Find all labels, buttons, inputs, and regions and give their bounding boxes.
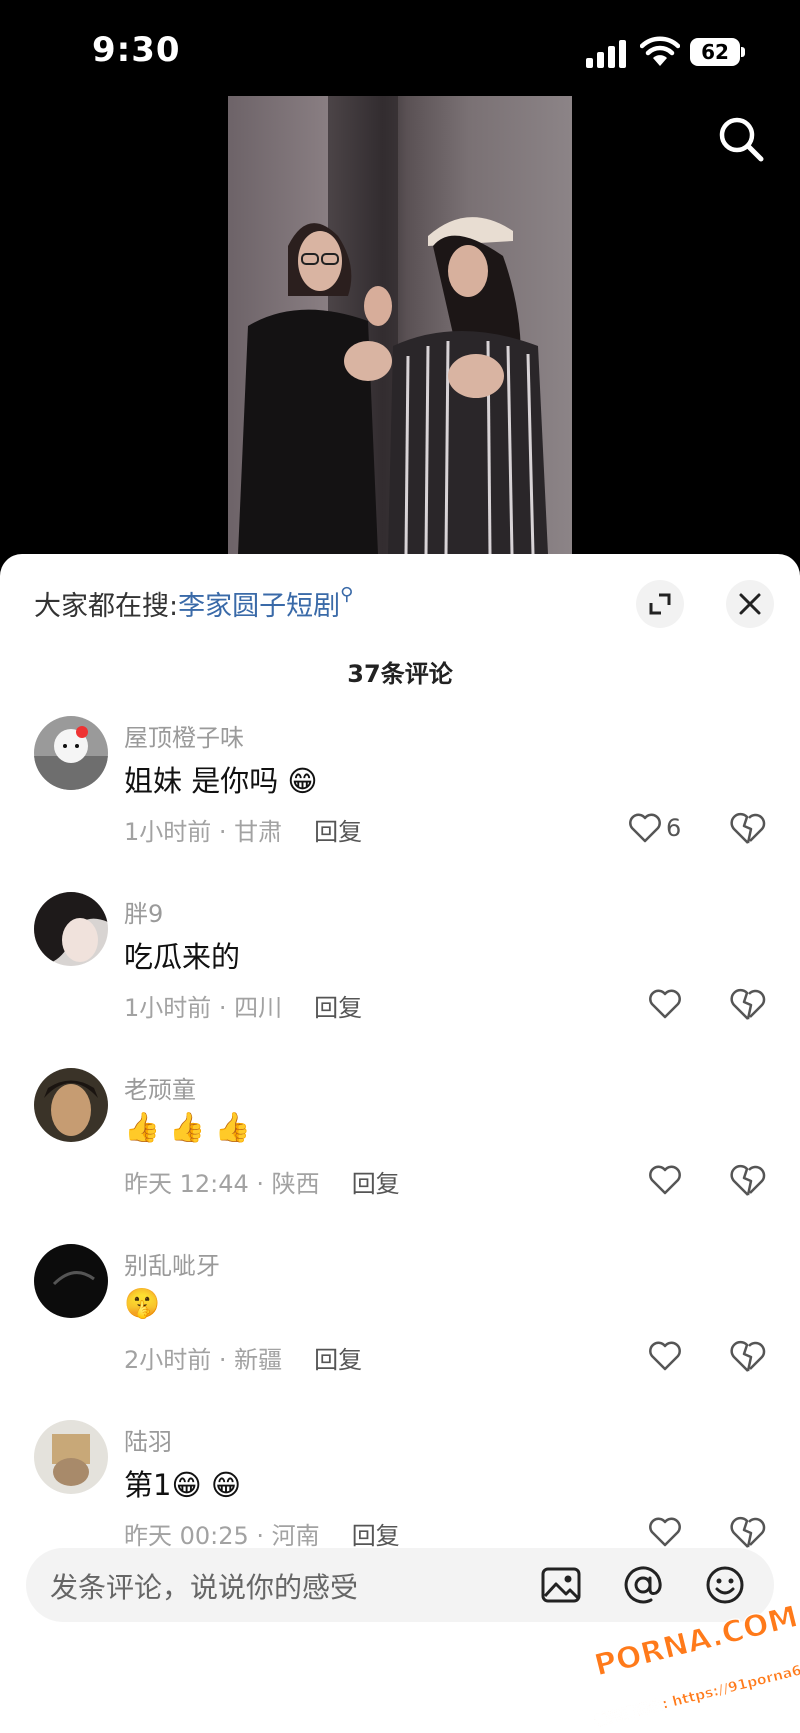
expand-icon [649, 593, 671, 615]
broken-heart-icon[interactable] [728, 808, 768, 848]
comment-item: 老顽童 👍 👍 👍 昨天 12:44 · 陕西 回复 [0, 1068, 800, 1244]
heart-icon [649, 1165, 681, 1195]
reply-button[interactable]: 回复 [352, 1170, 400, 1198]
status-time: 9:30 [92, 30, 181, 70]
comment-username[interactable]: 陆羽 [124, 1422, 172, 1457]
comment-time-location: 昨天 00:25 · 河南 [124, 1522, 320, 1550]
signal-icon [586, 38, 628, 68]
comment-username[interactable]: 胖9 [124, 894, 163, 929]
comment-text: 🤫 [124, 1286, 161, 1320]
comment-item: 屋顶橙子味 姐妹 是你吗 😁 1小时前 · 甘肃 回复 6 [0, 716, 800, 892]
comment-text: 第1😁 😁 [124, 1468, 242, 1502]
avatar[interactable] [34, 1244, 108, 1318]
comment-username[interactable]: 老顽童 [124, 1070, 196, 1105]
comment-meta: 昨天 12:44 · 陕西 回复 [124, 1164, 400, 1199]
like-button[interactable] [648, 1336, 682, 1376]
search-prefix: 大家都在搜: [34, 591, 179, 622]
comment-username[interactable]: 别乱呲牙 [124, 1246, 220, 1281]
like-button[interactable] [648, 984, 682, 1024]
comment-text: 姐妹 是你吗 😁 [124, 764, 318, 798]
small-search-icon: ⚲ [340, 584, 354, 605]
comment-time-location: 2小时前 · 新疆 [124, 1346, 283, 1374]
reply-button[interactable]: 回复 [314, 994, 362, 1022]
battery-icon: 62 [690, 38, 740, 66]
comment-text: 吃瓜来的 [124, 940, 241, 974]
close-icon [739, 593, 761, 615]
watermark-logo: PORNA.COM 看完请记住: https://91porna65.com [590, 1600, 800, 1730]
comment-item: 别乱呲牙 🤫 2小时前 · 新疆 回复 [0, 1244, 800, 1420]
reply-button[interactable]: 回复 [314, 1346, 362, 1374]
like-button[interactable] [648, 1160, 682, 1200]
heart-icon [629, 813, 661, 843]
comment-meta: 2小时前 · 新疆 回复 [124, 1340, 362, 1375]
battery-tip [741, 47, 745, 57]
reply-button[interactable]: 回复 [314, 818, 362, 846]
like-count: 6 [666, 814, 682, 842]
heart-icon [649, 989, 681, 1019]
avatar[interactable] [34, 716, 108, 790]
avatar[interactable] [34, 1420, 108, 1494]
video-player[interactable] [228, 96, 572, 554]
comment-time-location: 昨天 12:44 · 陕西 [124, 1170, 320, 1198]
search-keyword-link[interactable]: 李家圆子短剧 [178, 591, 340, 622]
comment-username[interactable]: 屋顶橙子味 [124, 718, 244, 753]
comment-meta: 昨天 00:25 · 河南 回复 [124, 1516, 400, 1551]
like-button[interactable] [648, 1512, 682, 1552]
avatar[interactable] [34, 1068, 108, 1142]
search-icon[interactable] [716, 114, 766, 164]
expand-button[interactable] [636, 580, 684, 628]
comment-count: 37条评论 [347, 660, 453, 688]
heart-icon [649, 1517, 681, 1547]
reply-button[interactable]: 回复 [352, 1522, 400, 1550]
close-button[interactable] [726, 580, 774, 628]
comment-meta: 1小时前 · 甘肃 回复 [124, 812, 362, 847]
comment-input-placeholder: 发条评论，说说你的感受 [50, 1571, 359, 1604]
avatar[interactable] [34, 892, 108, 966]
broken-heart-icon[interactable] [728, 1512, 768, 1552]
like-button[interactable]: 6 [628, 808, 681, 848]
comment-time-location: 1小时前 · 甘肃 [124, 818, 283, 846]
heart-icon [649, 1341, 681, 1371]
comment-meta: 1小时前 · 四川 回复 [124, 988, 362, 1023]
status-bar: 9:30 62 [0, 0, 800, 100]
comment-text: 👍 👍 👍 [124, 1110, 251, 1144]
broken-heart-icon[interactable] [728, 1160, 768, 1200]
search-suggestion[interactable]: 大家都在搜:李家圆子短剧⚲ [34, 584, 353, 623]
comment-item: 胖9 吃瓜来的 1小时前 · 四川 回复 [0, 892, 800, 1068]
comment-time-location: 1小时前 · 四川 [124, 994, 283, 1022]
image-icon[interactable] [538, 1562, 584, 1608]
wifi-icon [640, 36, 680, 66]
video-frame-image [238, 96, 548, 554]
broken-heart-icon[interactable] [728, 984, 768, 1024]
broken-heart-icon[interactable] [728, 1336, 768, 1376]
